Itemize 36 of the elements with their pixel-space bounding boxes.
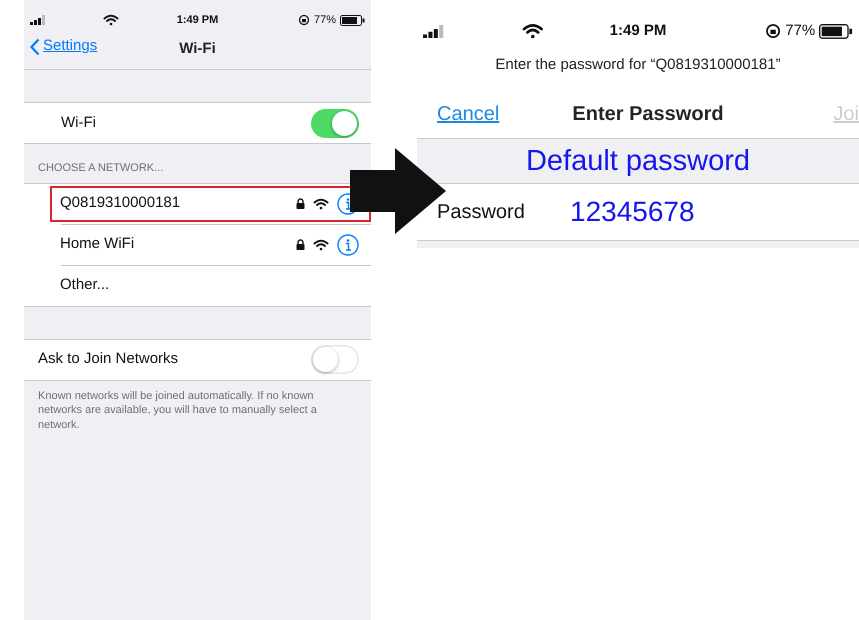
wifi-icon [522, 23, 544, 40]
network-row[interactable]: Other... [50, 268, 371, 304]
battery-icon [819, 24, 853, 39]
screen-title: Wi-Fi [179, 39, 216, 60]
wifi-icon [313, 198, 329, 210]
screen-title: Enter Password [572, 102, 724, 127]
setting-label: Ask to Join Networks [38, 349, 178, 370]
prompt-text: Enter the password for “Q0819310000181” [494, 55, 782, 75]
lock-icon [296, 198, 305, 209]
section-header: CHOOSE A NETWORK... [37, 161, 164, 176]
cancel-link[interactable]: Cancel [437, 103, 500, 125]
wifi-icon [313, 238, 329, 250]
network-row[interactable]: Home WiFi [50, 226, 371, 262]
network-name: Q0819310000181 [60, 193, 180, 214]
password-field[interactable]: 12345678 [570, 190, 695, 232]
status-time: 1:49 PM [176, 12, 218, 28]
field-label: Password [437, 200, 526, 224]
battery-percentage: 77% [785, 21, 816, 41]
rotation-lock-icon [765, 23, 782, 40]
wifi-icon [103, 14, 119, 26]
status-time: 1:49 PM [610, 21, 666, 41]
rotation-lock-icon [298, 14, 310, 26]
back-link[interactable]: Settings [30, 35, 98, 58]
battery-percentage: 77% [314, 12, 336, 28]
signal-icon [30, 15, 48, 25]
network-name: Other... [60, 275, 110, 296]
chevron-left-icon [30, 38, 40, 56]
toggle-switch[interactable] [311, 345, 359, 374]
network-name: Home WiFi [60, 234, 134, 254]
battery-icon [340, 14, 365, 26]
toggle-switch[interactable] [311, 108, 359, 138]
lock-icon [296, 239, 305, 250]
footer-note: Known networks will be joined automatically. If no known networks are available, you will have to manually select a network. [37, 388, 318, 434]
network-row[interactable]: Q0819310000181 [50, 186, 371, 222]
annotation-text: Default password [417, 138, 859, 184]
setting-label: Wi-Fi [61, 112, 96, 133]
